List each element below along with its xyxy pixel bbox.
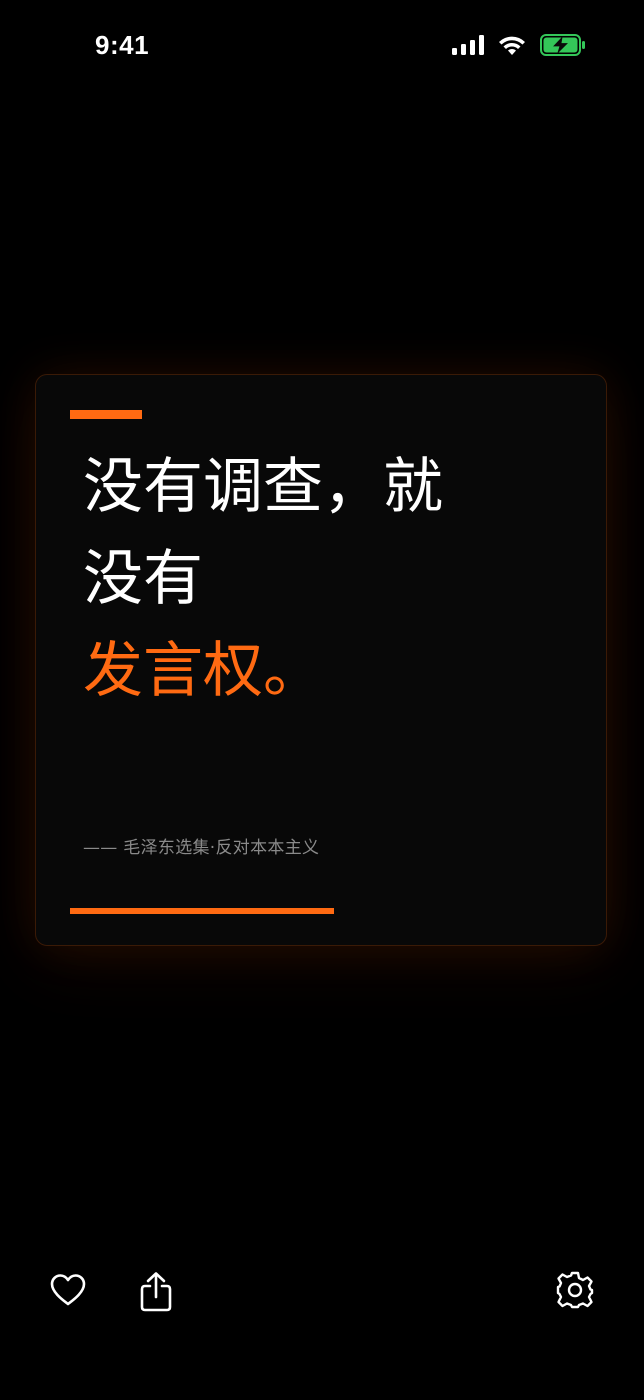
status-time: 9:41 [95, 30, 150, 60]
status-bar: 9:41 [0, 0, 644, 96]
heart-icon [49, 1273, 87, 1311]
quote-attribution: —— 毛泽东选集·反对本本主义 [83, 838, 320, 858]
accent-bar-bottom [70, 908, 334, 914]
quote-line-2: 没有 [83, 544, 203, 614]
share-button[interactable] [128, 1266, 184, 1322]
like-button[interactable] [40, 1264, 96, 1320]
battery-charging-icon [540, 34, 586, 60]
settings-button[interactable] [547, 1264, 603, 1320]
quote-text: 没有调查，就 没有 发言权。 [83, 441, 553, 717]
share-icon [138, 1271, 174, 1317]
quote-line-1: 没有调查，就 [83, 452, 443, 522]
gear-icon [555, 1270, 595, 1314]
quote-highlight: 发言权。 [83, 636, 323, 706]
cellular-signal-icon [452, 35, 484, 59]
accent-bar-top [70, 410, 142, 419]
wifi-icon [498, 35, 526, 59]
quote-card: 没有调查，就 没有 发言权。 —— 毛泽东选集·反对本本主义 [35, 374, 607, 946]
status-icons [452, 34, 586, 60]
